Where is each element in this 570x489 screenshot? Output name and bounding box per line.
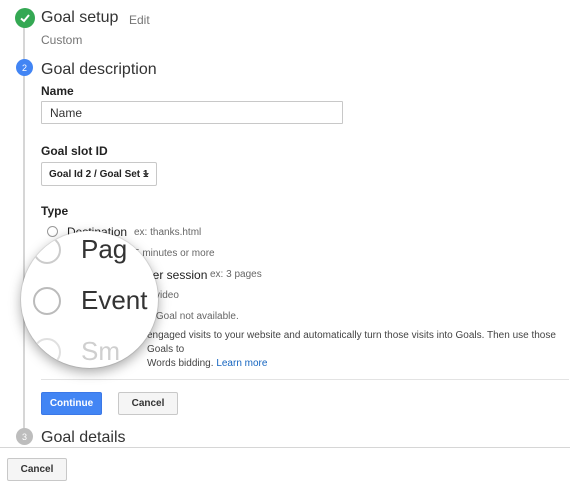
lens-radio-pages [33,236,61,264]
goal-slot-value: Goal Id 2 / Goal Set 1 [49,168,149,180]
lens-radio-event [33,287,61,315]
radio-hint-pages: ex: 3 pages [210,269,262,280]
step-number-badge: 2 [16,59,33,76]
footer-divider [0,447,570,448]
desc-line-2: Words bidding. [147,358,214,369]
step-title-goal-description: Goal description [41,61,157,78]
step-title-goal-details: Goal details [41,429,126,446]
goal-setup-value: Custom [41,33,83,47]
radio-hint-duration: 5 minutes or more [134,248,215,259]
desc-line-1: engaged visits to your website and autom… [147,330,556,355]
edit-link[interactable]: Edit [129,13,150,27]
smart-goal-description: engaged visits to your website and autom… [147,329,567,371]
name-label: Name [41,84,74,98]
footer-cancel-button[interactable]: Cancel [7,458,67,481]
goal-slot-dropdown[interactable]: Goal Id 2 / Goal Set 1 [41,162,157,186]
goal-slot-label: Goal slot ID [41,144,108,158]
learn-more-link[interactable]: Learn more [216,358,267,369]
stepper-rail [23,20,25,438]
step-title-goal-setup: Goal setup [41,9,119,26]
smart-goal-note: rt Goal not available. [147,311,239,322]
divider [41,379,569,380]
step-number-badge: 3 [16,428,33,445]
chevron-down-icon [143,173,149,177]
radio-hint-event: video [155,290,179,301]
lens-text-smart: Sm [81,336,120,366]
lens-text-pages: Pag [81,234,128,264]
cancel-button[interactable]: Cancel [118,392,178,415]
lens-radio-smart [33,338,61,366]
type-label: Type [41,204,69,218]
radio-hint-destination: ex: thanks.html [134,227,202,238]
continue-button[interactable]: Continue [41,392,102,415]
lens-text-event: Event [81,285,148,315]
name-input[interactable]: Name [41,101,343,124]
magnifier-lens: Pag Event Sm [21,231,158,368]
step-complete-check-icon [15,8,35,28]
